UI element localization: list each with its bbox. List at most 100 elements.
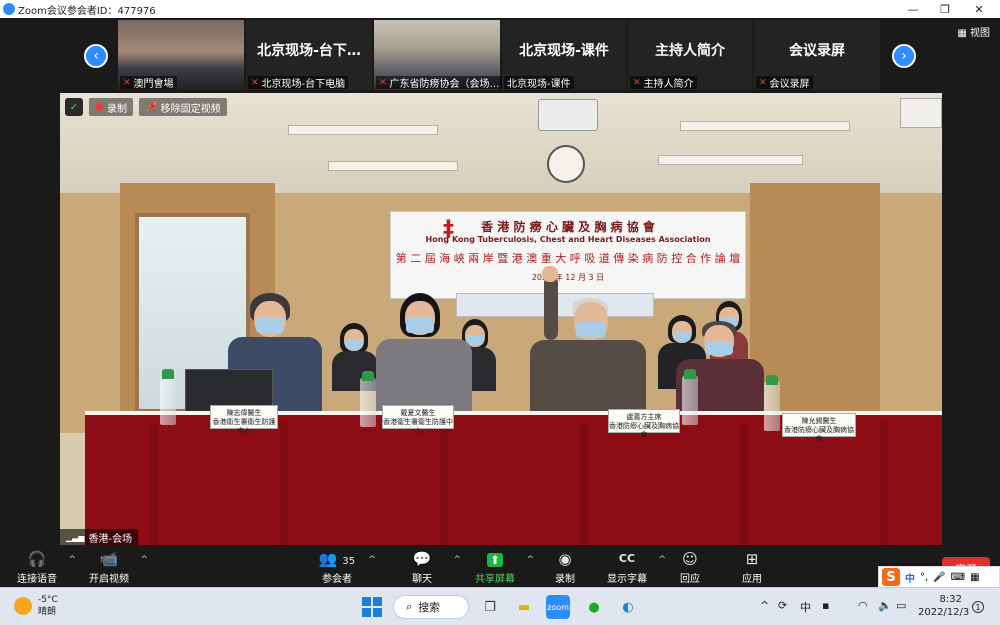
air-conditioner xyxy=(900,98,942,128)
strip-prev-button[interactable]: ‹ xyxy=(84,44,108,68)
weather-temp: -5°C xyxy=(38,595,58,605)
thumbnail-label: ✕ 北京现场-台下电脑 xyxy=(248,76,349,89)
ceiling-light xyxy=(658,155,803,165)
water-bottle xyxy=(764,375,780,431)
chat-button[interactable]: 💬 聊天 ^ xyxy=(385,549,461,585)
thumbnail-label: 北京现场-课件 xyxy=(504,76,574,89)
weather-widget[interactable]: -5°C 晴朗 xyxy=(14,594,58,618)
maximize-button[interactable]: ❐ xyxy=(928,0,962,18)
ceiling-light xyxy=(328,161,458,171)
signal-bars-icon: ▁▃▅ xyxy=(66,532,85,542)
recording-badge[interactable]: 录制 xyxy=(89,98,133,116)
tray-language[interactable]: 中 xyxy=(800,599,811,615)
task-view-icon[interactable]: ❐ xyxy=(478,595,502,619)
participant-count: 35 xyxy=(342,556,356,567)
ime-punctuation[interactable]: °, xyxy=(920,572,928,583)
projector xyxy=(538,99,598,131)
drape-fold xyxy=(150,423,158,545)
thumbnail-name: 会议录屏 xyxy=(789,43,845,59)
apps-button[interactable]: ⊞ 应用 xyxy=(715,549,789,585)
share-screen-button[interactable]: ⬆ 共享屏幕 ^ xyxy=(458,549,534,585)
file-explorer-icon[interactable]: ▬ xyxy=(512,595,536,619)
strip-next-button[interactable]: › xyxy=(892,44,916,68)
thumbnail-name: 北京现场-课件 xyxy=(519,43,609,59)
drape-fold xyxy=(580,423,588,545)
thumbnail-beijing-pc[interactable]: 北京现场-台下… ✕ 北京现场-台下电脑 xyxy=(246,20,372,90)
chevron-right-icon: › xyxy=(901,48,907,64)
ime-toolbar[interactable]: S 中 °, 🎤 ⌨ ▦ xyxy=(878,566,1000,588)
minimize-button[interactable]: — xyxy=(896,0,930,18)
ceiling-light xyxy=(288,125,438,135)
join-audio-button[interactable]: 🎧 连接语音 ^ xyxy=(0,549,76,585)
mic-muted-icon: ✕ xyxy=(123,77,131,88)
edge-icon[interactable]: ◐ xyxy=(616,595,640,619)
title-bar: Zoom会议参会者ID：477976 — ❐ ✕ xyxy=(0,0,1000,18)
zoom-app-icon[interactable]: zoom xyxy=(546,595,570,619)
sun-icon xyxy=(14,597,32,615)
mic-muted-icon: ✕ xyxy=(379,77,387,88)
keyboard-icon[interactable]: ⌨ xyxy=(951,572,965,583)
caret-up-icon[interactable]: ^ xyxy=(140,555,148,565)
shield-icon[interactable]: ✓ xyxy=(65,98,83,116)
association-logo-icon: ‡ xyxy=(443,217,454,242)
sogou-logo-icon[interactable]: S xyxy=(882,568,900,586)
nameplate: 盧義方主席 香港防癆心臟及胸病協會 xyxy=(608,409,680,439)
ceiling-light xyxy=(680,121,850,131)
thumbnail-beijing-slides[interactable]: 北京现场-课件 北京现场-课件 xyxy=(502,20,626,90)
water-bottle xyxy=(360,371,376,427)
participants-button[interactable]: 👥 35 参会者 ^ xyxy=(300,549,376,585)
mic-muted-icon: ✕ xyxy=(759,77,767,88)
teams-icon[interactable]: ▪ xyxy=(822,599,829,612)
video-off-icon: 📹 xyxy=(99,550,119,568)
wall-clock xyxy=(547,145,585,183)
volume-icon[interactable]: 🔈 xyxy=(878,599,892,612)
thumbnail-host-intro[interactable]: 主持人简介 ✕ 主持人简介 xyxy=(628,20,752,90)
taskbar-search[interactable]: ⌕ 搜索 xyxy=(393,595,469,619)
speaker-name-label: ▁▃▅ 香港-会场 xyxy=(60,529,139,545)
water-bottle xyxy=(682,369,698,425)
show-hidden-icons-icon[interactable]: ^ xyxy=(760,599,769,612)
headphones-icon: 🎧 xyxy=(27,550,47,568)
water-bottle xyxy=(160,369,176,425)
thumbnail-macau[interactable]: ✕ 澳門會場 xyxy=(118,20,244,90)
taskbar: -5°C 晴朗 ⌕ 搜索 ❐ ▬ zoom ● ◐ ^ ⟳ 中 ▪ ◠ 🔈 ▭ … xyxy=(0,587,1000,625)
start-video-button[interactable]: 📹 开启视频 ^ xyxy=(72,549,148,585)
drape-fold xyxy=(440,423,448,545)
zoom-logo-icon xyxy=(3,3,15,15)
wechat-icon[interactable]: ● xyxy=(582,595,606,619)
mic-muted-icon: ✕ xyxy=(633,77,641,88)
mic-muted-icon: ✕ xyxy=(251,77,259,88)
recording-indicator: ✓ 录制 📌 移除固定视频 xyxy=(65,98,227,116)
weather-desc: 晴朗 xyxy=(38,607,57,617)
view-button[interactable]: ▦ 视图 xyxy=(957,24,990,39)
nameplate: 陳允錫醫生 香港防癆心臟及胸病協會 xyxy=(782,413,856,443)
thumbnail-label: ✕ 广东省防痨协会（会场… xyxy=(376,76,503,89)
grid-view-icon: ▦ xyxy=(957,28,970,39)
thumbnail-label: ✕ 会议录屏 xyxy=(756,76,813,89)
ime-language[interactable]: 中 xyxy=(905,570,915,585)
sync-icon[interactable]: ⟳ xyxy=(778,599,787,612)
microphone-icon[interactable]: 🎤 xyxy=(933,572,945,583)
active-speaker-video[interactable]: ‡ 香 港 防 癆 心 臟 及 胸 病 協 會 Hong Kong Tuberc… xyxy=(60,93,942,545)
record-dot-icon xyxy=(95,103,103,111)
notification-badge[interactable]: 1 xyxy=(972,601,984,613)
nameplate: 陳志偉醫生 香港衞生署衞生防護中心 xyxy=(210,405,278,435)
unpin-video-button[interactable]: 📌 移除固定视频 xyxy=(139,98,227,116)
thumbnail-label: ✕ 澳門會場 xyxy=(120,76,177,89)
chat-icon: 💬 xyxy=(412,550,432,568)
drape-fold xyxy=(280,423,288,545)
thumbnail-guangdong[interactable]: ✕ 广东省防痨协会（会场… xyxy=(374,20,503,90)
close-button[interactable]: ✕ xyxy=(962,0,996,18)
taskbar-clock[interactable]: 8:32 2022/12/3 xyxy=(918,593,969,619)
start-button[interactable] xyxy=(362,597,382,617)
pin-icon: 📌 xyxy=(145,101,161,113)
grid-menu-icon[interactable]: ▦ xyxy=(970,572,979,583)
caret-up-icon[interactable]: ^ xyxy=(368,555,376,565)
drape-fold xyxy=(740,423,748,545)
battery-icon[interactable]: ▭ xyxy=(896,599,906,612)
wifi-icon[interactable]: ◠ xyxy=(858,599,868,612)
thumbnail-recording[interactable]: 会议录屏 ✕ 会议录屏 xyxy=(754,20,880,90)
participants-icon: 👥 xyxy=(318,550,338,568)
nameplate: 戴夏文醫生 香港衞生署衞生防護中心 xyxy=(382,405,454,435)
search-icon: ⌕ xyxy=(406,600,413,613)
